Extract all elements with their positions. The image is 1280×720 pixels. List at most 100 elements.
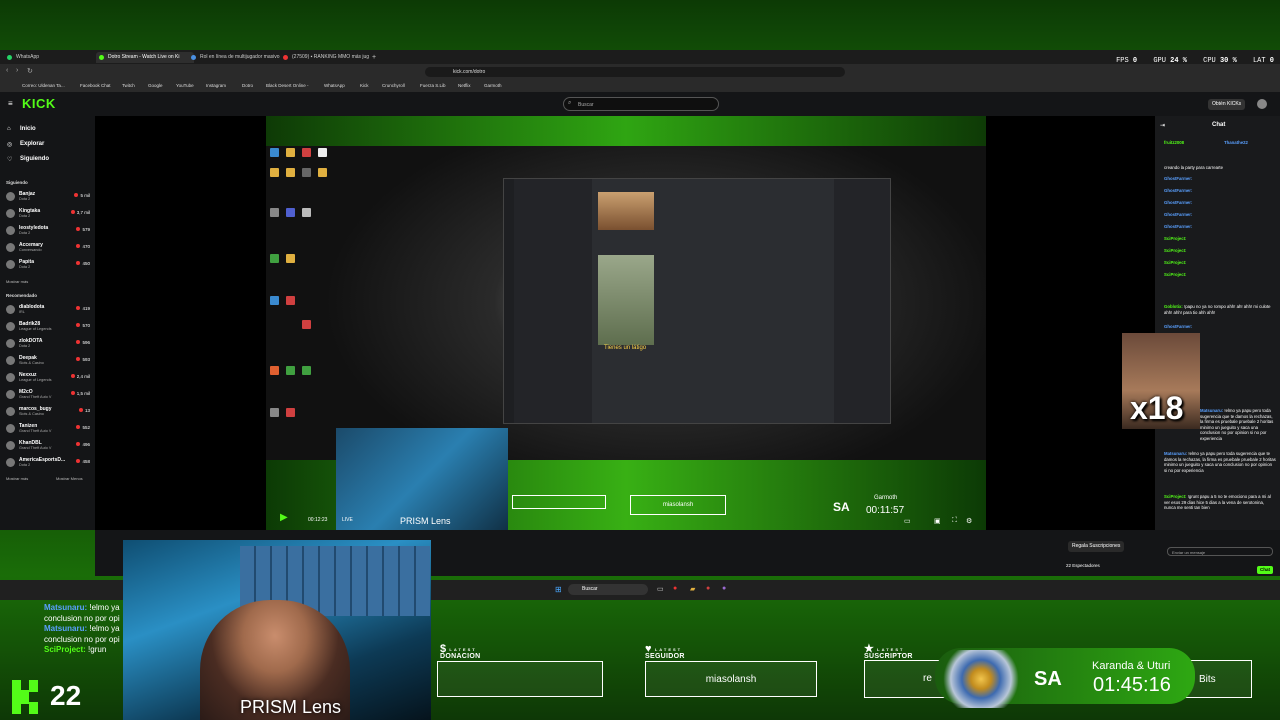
bookmark-item[interactable]: Black Desert Online -	[266, 81, 309, 91]
gift-subs-button[interactable]: Regala Suscripciones	[1068, 541, 1125, 552]
avatar	[6, 373, 15, 382]
chat-input[interactable]: Enviar un mensaje	[1167, 547, 1273, 556]
chat-username[interactable]: GhostFarmer:	[1164, 224, 1192, 229]
inner-webcam	[336, 428, 508, 530]
discord-window	[503, 178, 891, 424]
chat-send-button[interactable]: Chat	[1257, 566, 1273, 574]
avatar	[6, 424, 15, 433]
pip-icon[interactable]: ▣	[934, 517, 941, 525]
chat-username[interactable]: Matsunaru:	[1164, 451, 1187, 456]
show-more-recommended[interactable]: Mostrar más	[6, 476, 28, 481]
chat-username[interactable]: GhostFarmer:	[1164, 200, 1192, 205]
chat-message: GhostFarmer:	[1164, 224, 1276, 230]
taskbar-search[interactable]: Buscar	[568, 584, 648, 595]
windows-start-icon[interactable]: ⊞	[555, 585, 562, 594]
channel-item[interactable]: Nexxuz League of Legends 2,4 mil	[6, 372, 90, 384]
menu-icon[interactable]: ≡	[8, 99, 13, 108]
chat-username: SciProject:	[44, 645, 86, 654]
bookmark-item[interactable]: YouTube	[176, 81, 194, 91]
donation-box	[437, 661, 603, 697]
channel-item[interactable]: marcos_bugy Slots & Casino 13	[6, 406, 90, 418]
chat-username[interactable]: Matsunaru:	[1200, 408, 1223, 413]
chat-username[interactable]: GhostFarmer:	[1164, 188, 1192, 193]
sidebar-item-explorar[interactable]: Explorar	[20, 141, 44, 147]
channel-item[interactable]: AmericaEsportsD... Dota 2 458	[6, 457, 90, 469]
bookmark-item[interactable]: WhatsApp	[324, 81, 345, 91]
search-icon: ⌕	[568, 100, 572, 106]
channel-item[interactable]: leostyledota Dota 2 579	[6, 225, 90, 237]
back-icon[interactable]: ‹	[6, 67, 8, 74]
sidebar-item-inicio[interactable]: Inicio	[20, 126, 36, 132]
channel-item[interactable]: Banjaz Dota 25 mil	[6, 191, 90, 203]
tab-rol-en-linea[interactable]: Rol en línea de multijugador masivo	[188, 52, 286, 63]
chat-username[interactable]: GhostFarmer:	[1164, 176, 1192, 181]
task-view-icon[interactable]: ▭	[657, 585, 664, 593]
search-input[interactable]: Buscar	[563, 97, 719, 111]
channel-item[interactable]: zlokDOTA Dota 2 596	[6, 338, 90, 350]
channel-item[interactable]: Deepak Slots & Casino 593	[6, 355, 90, 367]
bookmark-item[interactable]: Crunchyroll	[382, 81, 405, 91]
kick-logo[interactable]: KICK	[22, 96, 56, 111]
bookmark-item[interactable]: Netflix	[458, 81, 471, 91]
channel-item[interactable]: Badrik28 League of Legends 570	[6, 321, 90, 333]
chat-username[interactable]: SciProject:	[1164, 494, 1186, 499]
tab-whatsapp[interactable]: WhatsApp	[4, 52, 96, 63]
chat-username[interactable]: SciProject:	[1164, 248, 1186, 253]
bookmark-item[interactable]: Google	[148, 81, 163, 91]
chat-username[interactable]: SciProject:	[1164, 272, 1186, 277]
chat-username[interactable]: GhostFarmer:	[1164, 212, 1192, 217]
fullscreen-icon[interactable]: ⛶	[952, 517, 957, 525]
bookmark-item[interactable]: Kick	[360, 81, 369, 91]
user-avatar[interactable]	[1257, 99, 1267, 109]
bookmark-item[interactable]: Fuerza S.Lib	[420, 81, 446, 91]
gif-caption: Tienes un látigo	[604, 345, 647, 351]
app-icon[interactable]: ●	[706, 585, 710, 592]
show-more-following[interactable]: Mostrar más	[6, 279, 28, 284]
channel-item[interactable]: Kingtaka Dota 2 3,7 mil	[6, 208, 90, 220]
channel-item[interactable]: KhanDBL Grand Theft Auto V 496	[6, 440, 90, 452]
play-icon[interactable]: ▶	[280, 512, 288, 523]
bookmark-item[interactable]: Dotro	[242, 81, 253, 91]
tab-ranking-mmo[interactable]: (27509) ▪ RANKING MMO más jug	[280, 52, 378, 63]
bookmark-item[interactable]: Garmoth	[484, 81, 502, 91]
subscriber-label: ★ LATEST SUSCRIPTOR	[864, 644, 913, 661]
chat-username[interactable]: GhostFarmer:	[1164, 324, 1192, 329]
tab-dotro-stream[interactable]: Dotro Stream - Watch Live on Ki	[96, 52, 194, 63]
channel-item[interactable]: M2cO Grand Theft Auto V 1,5 mil	[6, 389, 90, 401]
channel-item[interactable]: Papita Dota 2 450	[6, 259, 90, 271]
chat-username[interactable]: Thanathe22	[1224, 140, 1248, 145]
theater-mode-icon[interactable]: ▭	[904, 517, 911, 525]
member-list	[834, 179, 890, 423]
chat-username[interactable]: SciProject:	[1164, 236, 1186, 241]
chat-message: GhostFarmer:	[1164, 188, 1276, 194]
channel-item[interactable]: diablodota IRL 419	[6, 304, 90, 316]
bookmark-item[interactable]: Facebook Chat	[80, 81, 111, 91]
bookmark-item[interactable]: Correo: Uldenan Ta...	[22, 81, 65, 91]
channel-game: Dota 2	[19, 197, 31, 201]
sidebar-item-siguiendo[interactable]: Siguiendo	[20, 156, 49, 162]
browser-icon[interactable]: ●	[673, 585, 677, 592]
channel-item[interactable]: Tanizen Grand Theft Auto V 552	[6, 423, 90, 435]
bookmark-item[interactable]: Twitch	[122, 81, 135, 91]
settings-icon[interactable]: ⚙	[966, 517, 972, 525]
chat-username[interactable]: fruitz2008	[1164, 140, 1184, 145]
url-field[interactable]: kick.com/dotro	[425, 67, 845, 77]
bookmark-item[interactable]: Instagram	[206, 81, 226, 91]
chat-text: !grun	[88, 645, 107, 654]
channel-game: Dota 2	[19, 463, 31, 467]
new-tab-button[interactable]: +	[370, 52, 378, 63]
forward-icon[interactable]: ›	[16, 67, 18, 74]
chat-username[interactable]: Goblotix:	[1164, 304, 1183, 309]
kick-logo-icon	[12, 680, 40, 714]
chat-image	[598, 192, 654, 230]
chat-username[interactable]: SciProject:	[1164, 260, 1186, 265]
folder-icon[interactable]: ▰	[690, 585, 695, 593]
reload-icon[interactable]: ↻	[27, 67, 33, 75]
collapse-chat-icon[interactable]: ⇥	[1160, 122, 1165, 129]
show-less-recommended[interactable]: Mostrar Menos	[56, 476, 83, 481]
globe-icon	[191, 55, 196, 60]
get-kicks-button[interactable]: Obtén KICKs	[1208, 99, 1246, 110]
channel-item[interactable]: Accemary Conversando 470	[6, 242, 90, 254]
app-icon	[302, 320, 311, 329]
app-icon[interactable]: ●	[722, 585, 726, 592]
